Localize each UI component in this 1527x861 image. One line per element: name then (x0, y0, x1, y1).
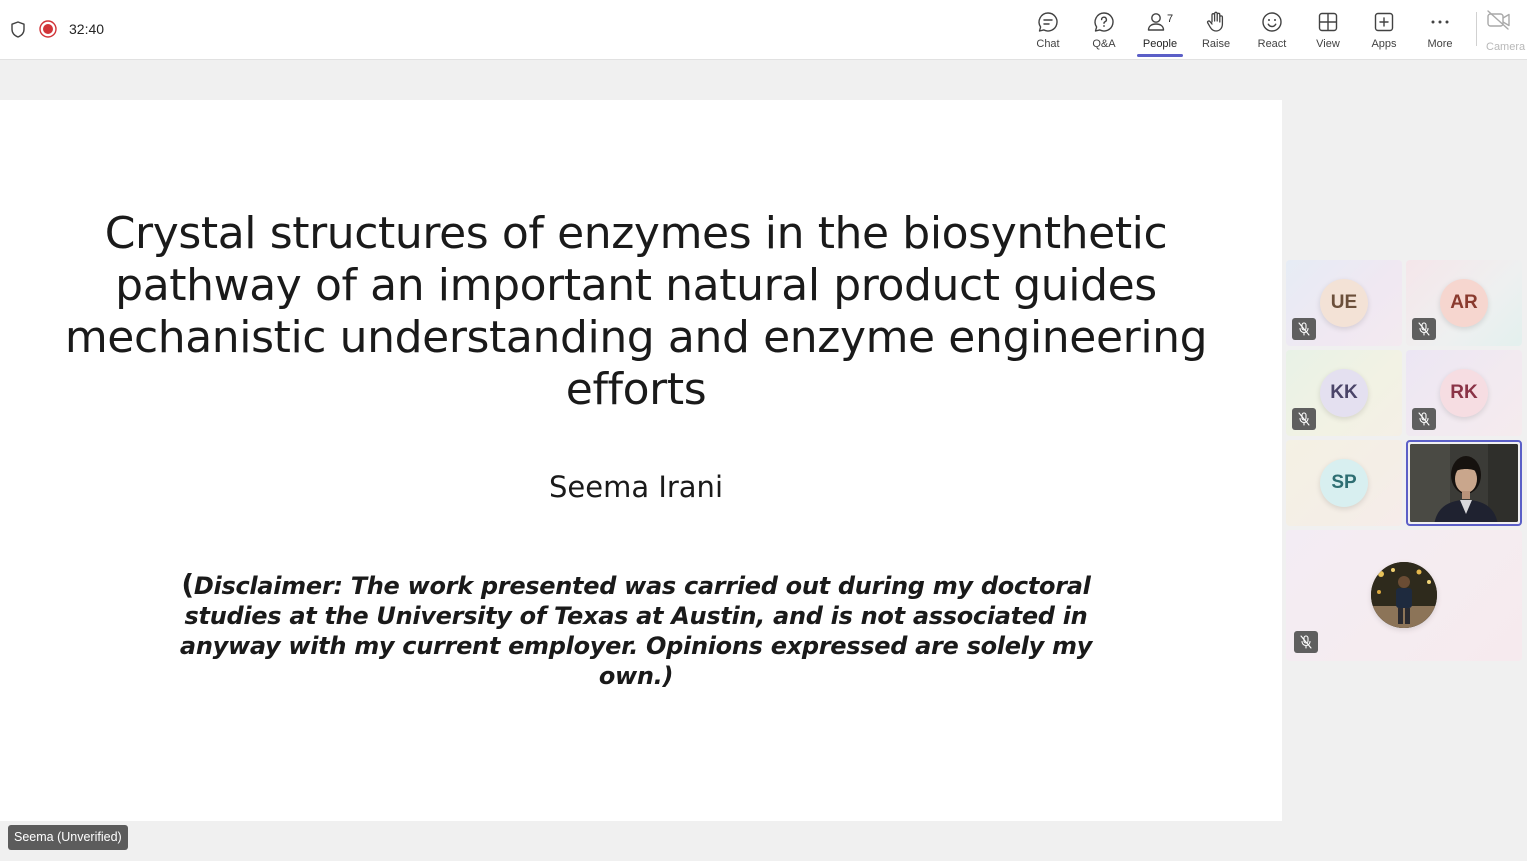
avatar: KK (1320, 369, 1368, 417)
qa-icon (1091, 9, 1117, 35)
avatar: AR (1440, 279, 1488, 327)
apps-icon (1371, 9, 1397, 35)
meeting-info: 32:40 (9, 18, 104, 40)
people-button[interactable]: 7 People (1132, 0, 1188, 60)
mic-off-icon (1412, 408, 1436, 430)
presenter-name-tag: Seema (Unverified) (8, 825, 128, 850)
react-button[interactable]: React (1244, 0, 1300, 60)
more-button[interactable]: More (1412, 0, 1468, 60)
participant-tile-sp[interactable]: SP (1286, 440, 1402, 526)
participant-tile-kk[interactable]: KK (1286, 350, 1402, 436)
raise-label: Raise (1201, 38, 1231, 50)
chat-button[interactable]: Chat (1020, 0, 1076, 60)
mic-off-icon (1292, 318, 1316, 340)
slide-author: Seema Irani (548, 470, 723, 504)
react-label: React (1257, 38, 1287, 50)
presenter-video (1410, 444, 1518, 522)
camera-off-icon (1486, 9, 1512, 36)
camera-label: Camera (1486, 41, 1526, 53)
react-icon (1259, 9, 1285, 35)
camera-button[interactable]: Camera (1486, 9, 1527, 57)
disclaimer-text: Disclaimer: The work presented was carri… (179, 572, 1093, 690)
raise-hand-icon (1203, 9, 1229, 35)
participant-tile-ar[interactable]: AR (1406, 260, 1522, 346)
mic-off-icon (1412, 318, 1436, 340)
apps-button[interactable]: Apps (1356, 0, 1412, 60)
mic-off-icon (1294, 631, 1318, 653)
raise-hand-button[interactable]: Raise (1188, 0, 1244, 60)
more-label: More (1427, 38, 1453, 50)
disclaimer-open-paren: ( (181, 568, 194, 601)
mic-off-icon (1292, 408, 1316, 430)
shield-icon[interactable] (9, 20, 27, 38)
slide-title: Crystal structures of enzymes in the bio… (64, 208, 1208, 415)
presenter-video-tile[interactable] (1406, 440, 1522, 526)
chat-icon (1035, 9, 1061, 35)
chat-label: Chat (1036, 38, 1060, 50)
qa-label: Q&A (1092, 38, 1116, 50)
recording-icon (39, 20, 57, 38)
photo-avatar-image (1371, 562, 1437, 628)
participant-tile-ue[interactable]: UE (1286, 260, 1402, 346)
view-label: View (1316, 38, 1340, 50)
participant-tile-rk[interactable]: RK (1406, 350, 1522, 436)
view-button[interactable]: View (1300, 0, 1356, 60)
meeting-toolbar: 32:40 Chat Q&A 7 People Raise React View… (0, 0, 1527, 60)
qa-button[interactable]: Q&A (1076, 0, 1132, 60)
avatar: UE (1320, 279, 1368, 327)
meeting-timer: 32:40 (69, 21, 105, 37)
toolbar-divider (1476, 12, 1477, 46)
apps-label: Apps (1371, 38, 1397, 50)
view-icon (1315, 9, 1341, 35)
presenter-video-frame (1410, 444, 1518, 522)
avatar: RK (1440, 369, 1488, 417)
participant-photo (1371, 562, 1437, 628)
people-label: People (1142, 38, 1178, 50)
avatar: SP (1320, 459, 1368, 507)
more-icon (1427, 9, 1453, 35)
toolbar-actions: Chat Q&A 7 People Raise React View Apps … (1020, 0, 1468, 60)
people-icon: 7 (1147, 9, 1173, 35)
shared-slide: Crystal structures of enzymes in the bio… (0, 100, 1282, 821)
participant-tile-photo[interactable] (1286, 530, 1522, 661)
people-count: 7 (1167, 13, 1174, 25)
slide-disclaimer: (Disclaimer: The work presented was carr… (160, 570, 1112, 691)
